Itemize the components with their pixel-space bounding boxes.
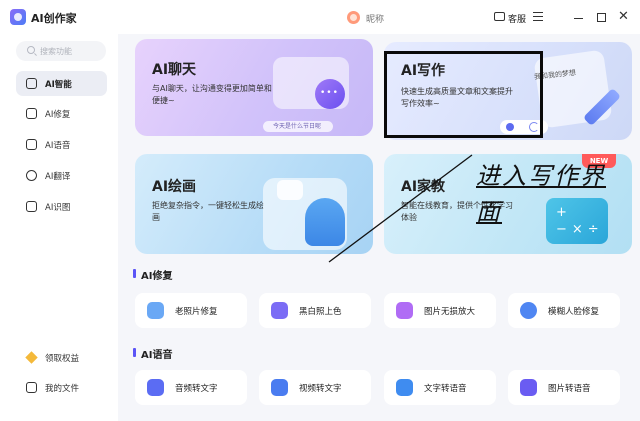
annotation-text: 进入写作界面 <box>476 162 606 226</box>
